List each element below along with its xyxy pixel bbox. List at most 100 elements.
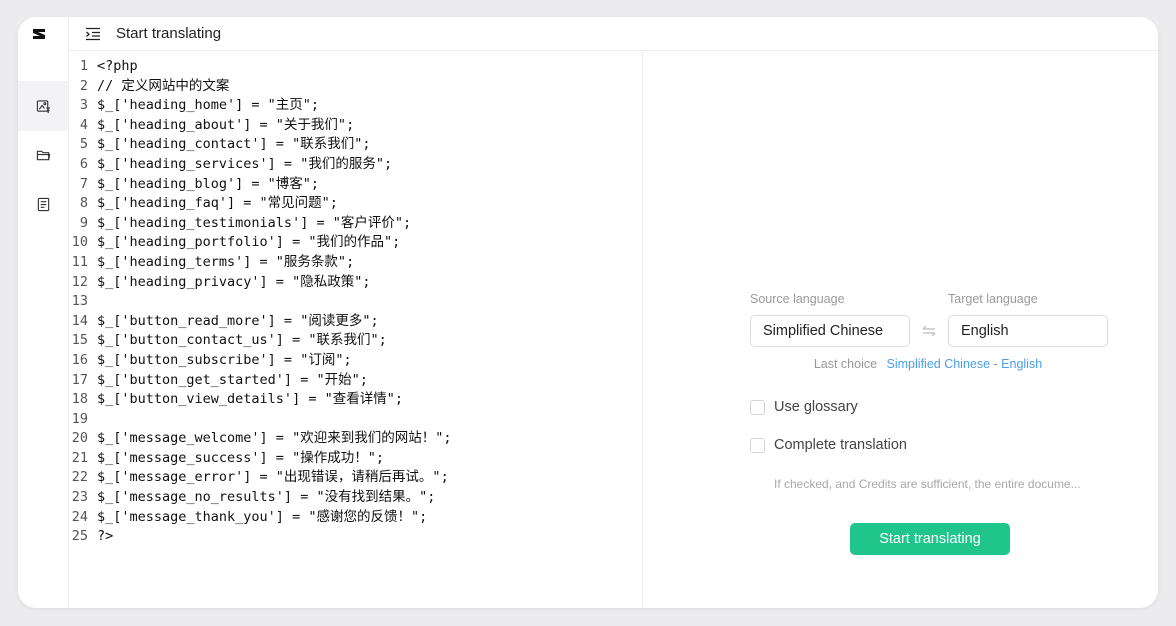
code-line: 20 $_['message_welcome'] = "欢迎来到我们的网站！"; — [69, 429, 642, 449]
code-line: 1 <?php — [69, 57, 642, 77]
line-text: $_['heading_privacy'] = "隐私政策"; — [97, 273, 371, 290]
line-text: $_['button_get_started'] = "开始"; — [97, 371, 368, 388]
code-line: 22 $_['message_error'] = "出现错误，请稍后再试。"; — [69, 468, 642, 488]
source-language-select[interactable]: Simplified Chinese — [750, 315, 910, 347]
line-text: $_['message_welcome'] = "欢迎来到我们的网站！"; — [97, 430, 452, 447]
line-number: 5 — [79, 136, 88, 153]
line-text: $_['heading_testimonials'] = "客户评价"; — [97, 214, 412, 231]
code-line: 18 $_['button_view_details'] = "查看详情"; — [69, 390, 642, 410]
line-text: $_['heading_portfolio'] = "我们的作品"; — [97, 234, 401, 251]
line-text: $_['button_read_more'] = "阅读更多"; — [97, 312, 379, 329]
code-line: 9 $_['heading_testimonials'] = "客户评价"; — [69, 214, 642, 234]
rail-document-button[interactable] — [18, 179, 68, 229]
line-text: <?php — [97, 58, 138, 74]
line-text: $_['heading_contact'] = "联系我们"; — [97, 136, 371, 153]
line-number: 14 — [71, 312, 88, 329]
line-number: 10 — [71, 234, 88, 251]
line-text: ?> — [97, 528, 114, 545]
code-line: 12 $_['heading_privacy'] = "隐私政策"; — [69, 273, 642, 293]
line-text: $_['message_thank_you'] = "感谢您的反馈！"; — [97, 508, 428, 525]
code-line: 24 $_['message_thank_you'] = "感谢您的反馈！"; — [69, 508, 642, 528]
source-language-label: Source language — [750, 292, 845, 306]
complete-translation-checkbox[interactable] — [750, 437, 765, 453]
line-number: 23 — [71, 489, 88, 506]
line-text: $_['button_contact_us'] = "联系我们"; — [97, 332, 387, 349]
line-number: 3 — [79, 97, 88, 114]
line-number: 25 — [71, 528, 88, 545]
code-line: 11 $_['heading_terms'] = "服务条款"; — [69, 253, 642, 273]
page-title: Start translating — [116, 25, 222, 42]
line-number: 15 — [71, 332, 88, 349]
rail-folder-button[interactable] — [18, 130, 68, 180]
line-text: $_['heading_faq'] = "常见问题"; — [97, 195, 338, 212]
line-number: 20 — [71, 430, 88, 447]
code-line: 7 $_['heading_blog'] = "博客"; — [69, 175, 642, 195]
use-glossary-checkbox[interactable] — [750, 399, 765, 415]
code-line: 16 $_['button_subscribe'] = "订阅"; — [69, 351, 642, 371]
code-line: 8 $_['heading_faq'] = "常见问题"; — [69, 194, 642, 214]
line-number: 21 — [71, 449, 88, 466]
code-line: 14 $_['button_read_more'] = "阅读更多"; — [69, 312, 642, 332]
line-text: $_['heading_services'] = "我们的服务"; — [97, 155, 393, 172]
line-number: 2 — [79, 77, 88, 94]
code-line: 5 $_['heading_contact'] = "联系我们"; — [69, 135, 642, 155]
line-number: 7 — [79, 175, 88, 192]
image-translate-icon — [36, 99, 50, 113]
code-line: 23 $_['message_no_results'] = "没有找到结果。"; — [69, 488, 642, 508]
menu-toggle-icon[interactable] — [84, 25, 102, 43]
line-text: $_['heading_about'] = "关于我们"; — [97, 116, 355, 133]
rail-image-translate-button[interactable] — [18, 81, 68, 131]
folder-icon — [36, 150, 50, 160]
line-number: 9 — [79, 214, 88, 231]
code-line: 25 ?> — [69, 527, 642, 547]
code-line: 4 $_['heading_about'] = "关于我们"; — [69, 116, 642, 136]
line-number: 13 — [71, 293, 88, 310]
line-text: $_['message_success'] = "操作成功！"; — [97, 449, 384, 466]
complete-translation-option[interactable]: Complete translation — [750, 437, 907, 453]
line-text: $_['heading_terms'] = "服务条款"; — [97, 253, 355, 270]
code-line: 2 // 定义网站中的文案 — [69, 77, 642, 97]
line-number: 4 — [79, 116, 88, 133]
document-icon — [37, 197, 49, 211]
code-line: 19 — [69, 410, 642, 430]
complete-translation-hint: If checked, and Credits are sufficient, … — [774, 477, 1081, 491]
code-line: 3 $_['heading_home'] = "主页"; — [69, 96, 642, 116]
line-number: 16 — [71, 351, 88, 368]
app-window: Start translating 1 <?php 2 // 定义网站中的文案 3 $_[… — [18, 17, 1158, 608]
target-language-label: Target language — [948, 292, 1038, 306]
line-text: $_['heading_blog'] = "博客"; — [97, 175, 320, 192]
line-number: 24 — [71, 508, 88, 525]
translation-panel: Source language Target language Simplifi… — [644, 52, 1158, 608]
swap-arrows-icon[interactable] — [921, 323, 937, 339]
line-number: 6 — [79, 155, 88, 172]
code-line: 17 $_['button_get_started'] = "开始"; — [69, 371, 642, 391]
line-number: 18 — [71, 391, 88, 408]
last-choice-link[interactable]: Simplified Chinese - English — [887, 357, 1043, 371]
line-text: $_['message_error'] = "出现错误，请稍后再试。"; — [97, 469, 449, 486]
sidebar-rail — [18, 17, 69, 608]
code-line: 21 $_['message_success'] = "操作成功！"; — [69, 449, 642, 469]
line-text: $_['message_no_results'] = "没有找到结果。"; — [97, 489, 436, 506]
last-choice: Last choice Simplified Chinese - English — [748, 357, 1108, 371]
line-number: 1 — [79, 58, 88, 74]
use-glossary-option[interactable]: Use glossary — [750, 399, 858, 415]
line-number: 11 — [71, 253, 88, 270]
last-choice-label: Last choice — [813, 357, 878, 371]
complete-translation-label: Complete translation — [774, 437, 907, 453]
line-text: $_['button_subscribe'] = "订阅"; — [97, 351, 352, 368]
line-text: // 定义网站中的文案 — [97, 77, 230, 94]
line-number: 8 — [79, 195, 88, 212]
top-bar: Start translating — [69, 17, 1158, 51]
target-language-select[interactable]: English — [948, 315, 1108, 347]
line-text: $_['button_view_details'] = "查看详情"; — [97, 391, 403, 408]
app-logo-icon[interactable] — [31, 26, 47, 42]
line-number: 12 — [71, 273, 88, 290]
code-editor[interactable]: 1 <?php 2 // 定义网站中的文案 3 $_['heading_home'] = … — [69, 52, 643, 608]
start-translating-button[interactable]: Start translating — [850, 523, 1010, 555]
use-glossary-label: Use glossary — [774, 399, 858, 415]
code-line: 15 $_['button_contact_us'] = "联系我们"; — [69, 331, 642, 351]
line-number: 17 — [71, 371, 88, 388]
line-text: $_['heading_home'] = "主页"; — [97, 97, 320, 114]
line-number: 19 — [71, 410, 88, 427]
code-lines: 1 <?php 2 // 定义网站中的文案 3 $_['heading_home'] = … — [69, 52, 642, 547]
